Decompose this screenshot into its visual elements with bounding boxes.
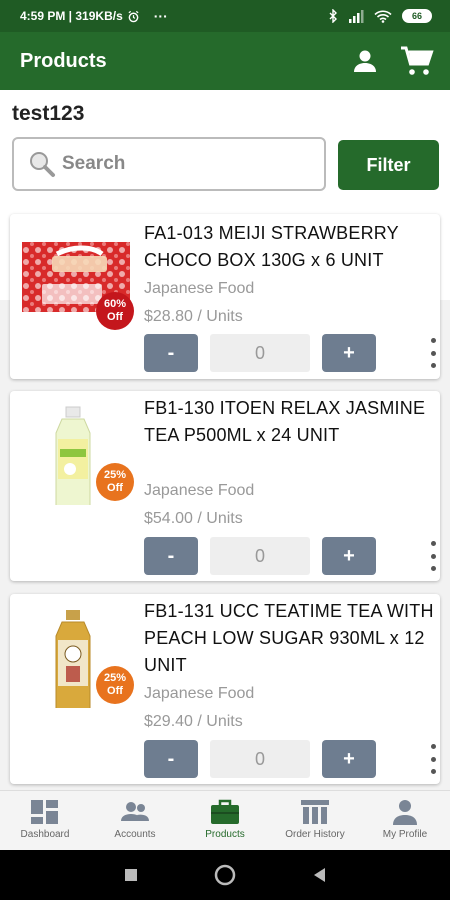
filter-button[interactable]: Filter (338, 140, 439, 190)
discount-badge: 25% Off (96, 463, 134, 501)
profile-icon (393, 800, 417, 825)
product-card[interactable]: 25% Off FB1-130 ITOEN RELAX JASMINE TEA … (10, 391, 440, 581)
more-options-icon[interactable] (426, 541, 440, 571)
nav-label: Order History (285, 829, 345, 840)
status-time: 4:59 PM | 319KB/s (20, 9, 123, 23)
increase-qty-button[interactable]: + (322, 334, 376, 372)
product-price: $54.00 / Units (144, 510, 243, 527)
signal-icon (349, 9, 364, 23)
app-actions (352, 45, 434, 77)
search-placeholder: Search (62, 153, 126, 174)
account-name: test123 (12, 102, 85, 125)
decrease-qty-button[interactable]: - (144, 334, 198, 372)
wifi-icon (374, 10, 392, 23)
product-name: FB1-130 ITOEN RELAX JASMINE TEA P500ML x… (144, 398, 426, 445)
nav-products[interactable]: Products (180, 791, 270, 850)
more-options-icon[interactable] (426, 744, 440, 774)
discount-badge: 25% Off (96, 666, 134, 704)
nav-my-profile[interactable]: My Profile (360, 791, 450, 850)
order-history-icon (301, 800, 329, 824)
dashboard-icon (31, 800, 58, 824)
quantity-field[interactable]: 0 (210, 740, 310, 778)
more-options-icon[interactable] (426, 338, 440, 368)
briefcase-icon (211, 799, 239, 824)
home-icon[interactable] (214, 864, 236, 886)
product-category: Japanese Food (144, 685, 255, 702)
nav-accounts[interactable]: Accounts (90, 791, 180, 850)
app-bar: Products (0, 32, 450, 90)
quantity-stepper: - 0 + (144, 537, 436, 575)
discount-pct: 25% (103, 672, 127, 684)
discount-pct: 25% (103, 469, 127, 481)
nav-label: Accounts (114, 829, 156, 840)
discount-label: Off (107, 482, 123, 494)
status-more: ··· (153, 8, 168, 24)
discount-label: Off (107, 311, 123, 323)
discount-badge: 60% Off (96, 292, 134, 330)
product-category: Japanese Food (144, 280, 255, 297)
system-nav-bar (0, 850, 450, 900)
person-icon[interactable] (352, 48, 378, 74)
battery-indicator: 66 (402, 9, 432, 23)
product-price: $28.80 / Units (144, 308, 243, 325)
search-input[interactable]: Search (12, 137, 326, 191)
nav-label: Dashboard (20, 829, 70, 840)
alarm-icon (128, 10, 139, 22)
back-icon[interactable] (312, 867, 326, 883)
bottom-nav: Dashboard Accounts Products Order Histor… (0, 790, 450, 850)
product-name: FA1-013 MEIJI STRAWBERRY CHOCO BOX 130G … (144, 223, 399, 270)
bluetooth-icon (329, 9, 337, 23)
search-icon (30, 152, 55, 177)
discount-label: Off (107, 685, 123, 697)
quantity-field[interactable]: 0 (210, 334, 310, 372)
nav-order-history[interactable]: Order History (270, 791, 360, 850)
quantity-stepper: - 0 + (144, 334, 436, 372)
cart-icon[interactable] (400, 45, 434, 77)
discount-pct: 60% (103, 298, 127, 310)
nav-label: My Profile (382, 829, 428, 840)
status-bar: 4:59 PM | 319KB/s ··· 66 (0, 0, 450, 32)
product-card[interactable]: 60% Off FA1-013 MEIJI STRAWBERRY CHOCO B… (10, 214, 440, 379)
status-left: 4:59 PM | 319KB/s ··· (20, 8, 168, 24)
recent-apps-icon[interactable] (124, 868, 138, 882)
increase-qty-button[interactable]: + (322, 740, 376, 778)
decrease-qty-button[interactable]: - (144, 537, 198, 575)
product-name: FB1-131 UCC TEATIME TEA WITH PEACH LOW S… (144, 601, 434, 675)
quantity-stepper: - 0 + (144, 740, 436, 778)
nav-label: Products (205, 829, 245, 840)
product-card[interactable]: 25% Off FB1-131 UCC TEATIME TEA WITH PEA… (10, 594, 440, 784)
status-right: 66 (328, 9, 432, 23)
nav-dashboard[interactable]: Dashboard (0, 791, 90, 850)
product-category: Japanese Food (144, 482, 255, 499)
page-title: Products (20, 49, 107, 72)
increase-qty-button[interactable]: + (322, 537, 376, 575)
product-price: $29.40 / Units (144, 713, 243, 730)
decrease-qty-button[interactable]: - (144, 740, 198, 778)
accounts-icon (121, 802, 149, 821)
quantity-field[interactable]: 0 (210, 537, 310, 575)
